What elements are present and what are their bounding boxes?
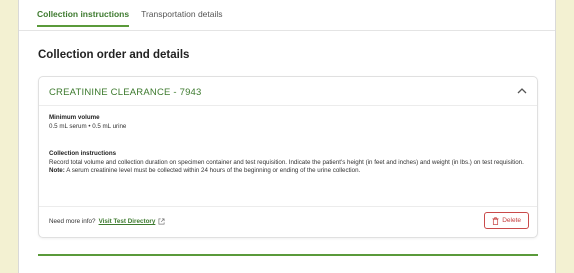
tab-bar: Collection instructions Transportation d… (37, 9, 223, 27)
chevron-up-icon[interactable] (515, 84, 529, 98)
test-directory-link[interactable]: Visit Test Directory (99, 218, 156, 225)
test-card: CREATININE CLEARANCE - 7943 Minimum volu… (38, 76, 538, 238)
note-line: Note: A serum creatinine level must be c… (49, 167, 529, 176)
delete-button[interactable]: Delete (484, 212, 529, 229)
trash-icon (492, 216, 499, 225)
more-info-text: Need more info? (49, 218, 96, 225)
tab-collection-instructions[interactable]: Collection instructions (37, 9, 130, 27)
tabs-divider (19, 30, 555, 31)
instructions-block: Collection instructions Record total vol… (49, 150, 529, 176)
instructions-label: Collection instructions (49, 150, 117, 157)
note-label: Note: (49, 167, 65, 174)
min-volume-value: 0.5 mL serum • 0.5 mL urine (49, 122, 127, 130)
note-text: A serum creatinine level must be collect… (64, 167, 361, 174)
tab-transportation-details[interactable]: Transportation details (141, 9, 222, 27)
section-title: Collection order and details (38, 49, 190, 61)
min-volume-block: Minimum volume 0.5 mL serum • 0.5 mL uri… (49, 114, 529, 131)
card-header-divider (39, 105, 537, 106)
main-panel: Collection instructions Transportation d… (18, 0, 556, 273)
instructions-text: Record total volume and collection durat… (49, 158, 524, 166)
card-footer-divider (39, 206, 537, 207)
bottom-rule (38, 254, 538, 256)
test-title: CREATININE CLEARANCE - 7943 (49, 87, 202, 98)
external-link-icon[interactable] (158, 218, 165, 225)
delete-label: Delete (502, 217, 521, 224)
min-volume-label: Minimum volume (49, 114, 100, 121)
more-info: Need more info? Visit Test Directory (49, 218, 165, 225)
